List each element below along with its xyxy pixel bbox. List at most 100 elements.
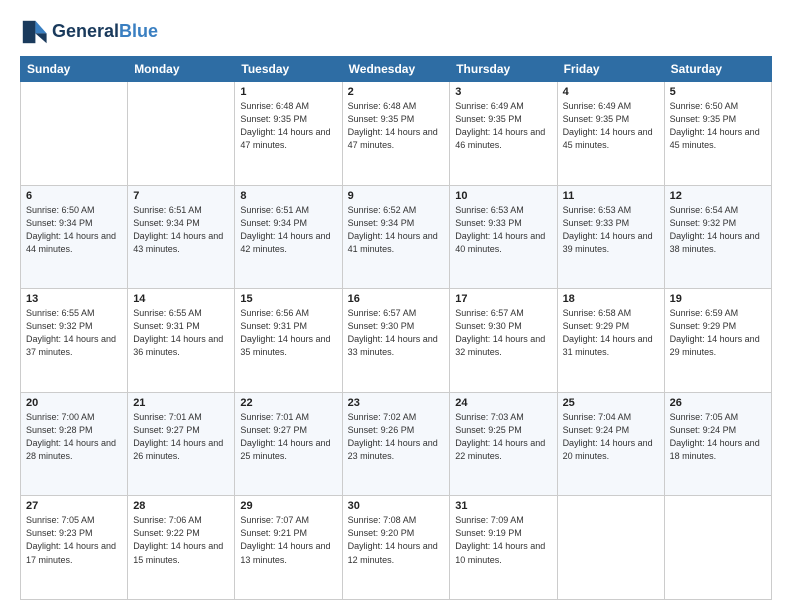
day-info: Sunrise: 7:08 AMSunset: 9:20 PMDaylight:… (348, 514, 445, 566)
logo-text: GeneralBlue (52, 22, 158, 42)
day-info: Sunrise: 7:00 AMSunset: 9:28 PMDaylight:… (26, 411, 122, 463)
day-info: Sunrise: 6:51 AMSunset: 9:34 PMDaylight:… (133, 204, 229, 256)
day-number: 8 (240, 190, 336, 202)
day-number: 2 (348, 86, 445, 98)
logo: GeneralBlue (20, 18, 158, 46)
day-header-sunday: Sunday (21, 57, 128, 82)
calendar-cell: 22 Sunrise: 7:01 AMSunset: 9:27 PMDayligh… (235, 392, 342, 496)
calendar-week-1: 1 Sunrise: 6:48 AMSunset: 9:35 PMDaylight… (21, 82, 772, 186)
calendar-cell: 5 Sunrise: 6:50 AMSunset: 9:35 PMDaylight… (664, 82, 771, 186)
calendar-cell: 20 Sunrise: 7:00 AMSunset: 9:28 PMDayligh… (21, 392, 128, 496)
day-number: 31 (455, 500, 551, 512)
day-number: 9 (348, 190, 445, 202)
day-header-saturday: Saturday (664, 57, 771, 82)
day-number: 17 (455, 293, 551, 305)
calendar-cell: 6Sunrise: 6:50 AMSunset: 9:34 PMDaylight… (21, 185, 128, 289)
calendar-cell (128, 82, 235, 186)
calendar-cell: 23 Sunrise: 7:02 AMSunset: 9:26 PMDayligh… (342, 392, 450, 496)
day-info: Sunrise: 6:50 AMSunset: 9:35 PMDaylight:… (670, 100, 766, 152)
calendar-week-2: 6Sunrise: 6:50 AMSunset: 9:34 PMDaylight… (21, 185, 772, 289)
day-number: 1 (240, 86, 336, 98)
day-number: 23 (348, 397, 445, 409)
calendar-cell: 8 Sunrise: 6:51 AMSunset: 9:34 PMDaylight… (235, 185, 342, 289)
day-info: Sunrise: 6:55 AMSunset: 9:32 PMDaylight:… (26, 307, 122, 359)
day-number: 6 (26, 190, 122, 202)
day-number: 5 (670, 86, 766, 98)
day-number: 10 (455, 190, 551, 202)
day-number: 24 (455, 397, 551, 409)
calendar-cell (557, 496, 664, 600)
day-header-friday: Friday (557, 57, 664, 82)
day-info: Sunrise: 7:07 AMSunset: 9:21 PMDaylight:… (240, 514, 336, 566)
calendar-cell: 11 Sunrise: 6:53 AMSunset: 9:33 PMDayligh… (557, 185, 664, 289)
calendar-cell: 27Sunrise: 7:05 AMSunset: 9:23 PMDayligh… (21, 496, 128, 600)
calendar-cell: 15 Sunrise: 6:56 AMSunset: 9:31 PMDayligh… (235, 289, 342, 393)
page: GeneralBlue SundayMondayTuesdayWednesday… (0, 0, 792, 612)
calendar-cell: 2 Sunrise: 6:48 AMSunset: 9:35 PMDaylight… (342, 82, 450, 186)
day-info: Sunrise: 7:09 AMSunset: 9:19 PMDaylight:… (455, 514, 551, 566)
day-info: Sunrise: 6:55 AMSunset: 9:31 PMDaylight:… (133, 307, 229, 359)
day-number: 28 (133, 500, 229, 512)
day-number: 12 (670, 190, 766, 202)
day-info: Sunrise: 6:56 AMSunset: 9:31 PMDaylight:… (240, 307, 336, 359)
day-number: 19 (670, 293, 766, 305)
day-info: Sunrise: 6:54 AMSunset: 9:32 PMDaylight:… (670, 204, 766, 256)
day-number: 11 (563, 190, 659, 202)
day-info: Sunrise: 7:06 AMSunset: 9:22 PMDaylight:… (133, 514, 229, 566)
day-number: 18 (563, 293, 659, 305)
day-info: Sunrise: 6:58 AMSunset: 9:29 PMDaylight:… (563, 307, 659, 359)
day-number: 7 (133, 190, 229, 202)
day-info: Sunrise: 6:57 AMSunset: 9:30 PMDaylight:… (455, 307, 551, 359)
day-info: Sunrise: 6:59 AMSunset: 9:29 PMDaylight:… (670, 307, 766, 359)
day-info: Sunrise: 7:01 AMSunset: 9:27 PMDaylight:… (240, 411, 336, 463)
day-number: 25 (563, 397, 659, 409)
day-info: Sunrise: 6:48 AMSunset: 9:35 PMDaylight:… (348, 100, 445, 152)
calendar-cell: 1 Sunrise: 6:48 AMSunset: 9:35 PMDaylight… (235, 82, 342, 186)
calendar-cell: 16 Sunrise: 6:57 AMSunset: 9:30 PMDayligh… (342, 289, 450, 393)
calendar-cell: 19 Sunrise: 6:59 AMSunset: 9:29 PMDayligh… (664, 289, 771, 393)
day-info: Sunrise: 6:49 AMSunset: 9:35 PMDaylight:… (455, 100, 551, 152)
calendar-cell: 18 Sunrise: 6:58 AMSunset: 9:29 PMDayligh… (557, 289, 664, 393)
calendar-cell: 30 Sunrise: 7:08 AMSunset: 9:20 PMDayligh… (342, 496, 450, 600)
calendar-cell: 3 Sunrise: 6:49 AMSunset: 9:35 PMDaylight… (450, 82, 557, 186)
calendar-cell: 10 Sunrise: 6:53 AMSunset: 9:33 PMDayligh… (450, 185, 557, 289)
calendar-header-row: SundayMondayTuesdayWednesdayThursdayFrid… (21, 57, 772, 82)
calendar-week-4: 20 Sunrise: 7:00 AMSunset: 9:28 PMDayligh… (21, 392, 772, 496)
calendar-cell: 28 Sunrise: 7:06 AMSunset: 9:22 PMDayligh… (128, 496, 235, 600)
header: GeneralBlue (20, 18, 772, 46)
day-number: 22 (240, 397, 336, 409)
day-info: Sunrise: 7:02 AMSunset: 9:26 PMDaylight:… (348, 411, 445, 463)
day-number: 21 (133, 397, 229, 409)
calendar-cell (21, 82, 128, 186)
day-number: 3 (455, 86, 551, 98)
calendar-cell: 31 Sunrise: 7:09 AMSunset: 9:19 PMDayligh… (450, 496, 557, 600)
calendar-cell: 14 Sunrise: 6:55 AMSunset: 9:31 PMDayligh… (128, 289, 235, 393)
day-number: 30 (348, 500, 445, 512)
day-info: Sunrise: 6:49 AMSunset: 9:35 PMDaylight:… (563, 100, 659, 152)
day-info: Sunrise: 7:03 AMSunset: 9:25 PMDaylight:… (455, 411, 551, 463)
calendar-cell: 24 Sunrise: 7:03 AMSunset: 9:25 PMDayligh… (450, 392, 557, 496)
day-info: Sunrise: 6:53 AMSunset: 9:33 PMDaylight:… (563, 204, 659, 256)
day-info: Sunrise: 6:53 AMSunset: 9:33 PMDaylight:… (455, 204, 551, 256)
day-header-thursday: Thursday (450, 57, 557, 82)
day-number: 26 (670, 397, 766, 409)
calendar-cell (664, 496, 771, 600)
day-number: 20 (26, 397, 122, 409)
day-header-wednesday: Wednesday (342, 57, 450, 82)
calendar-cell: 25Sunrise: 7:04 AMSunset: 9:24 PMDayligh… (557, 392, 664, 496)
day-number: 14 (133, 293, 229, 305)
day-header-tuesday: Tuesday (235, 57, 342, 82)
calendar-table: SundayMondayTuesdayWednesdayThursdayFrid… (20, 56, 772, 600)
calendar-cell: 9 Sunrise: 6:52 AMSunset: 9:34 PMDaylight… (342, 185, 450, 289)
day-info: Sunrise: 6:57 AMSunset: 9:30 PMDaylight:… (348, 307, 445, 359)
calendar-cell: 17 Sunrise: 6:57 AMSunset: 9:30 PMDayligh… (450, 289, 557, 393)
calendar-week-5: 27Sunrise: 7:05 AMSunset: 9:23 PMDayligh… (21, 496, 772, 600)
day-info: Sunrise: 6:51 AMSunset: 9:34 PMDaylight:… (240, 204, 336, 256)
day-info: Sunrise: 6:52 AMSunset: 9:34 PMDaylight:… (348, 204, 445, 256)
day-number: 16 (348, 293, 445, 305)
calendar-cell: 12 Sunrise: 6:54 AMSunset: 9:32 PMDayligh… (664, 185, 771, 289)
calendar-cell: 7 Sunrise: 6:51 AMSunset: 9:34 PMDaylight… (128, 185, 235, 289)
day-number: 15 (240, 293, 336, 305)
day-info: Sunrise: 6:48 AMSunset: 9:35 PMDaylight:… (240, 100, 336, 152)
day-number: 27 (26, 500, 122, 512)
